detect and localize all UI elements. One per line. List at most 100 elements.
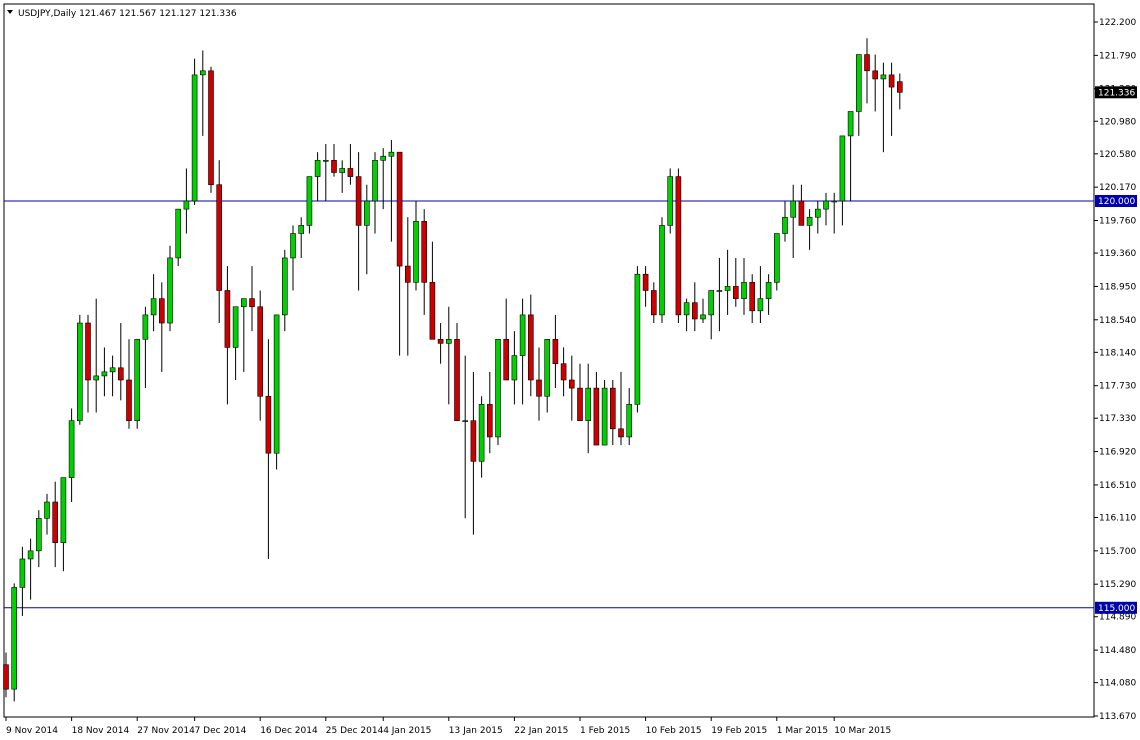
bullish-candle (306, 176, 313, 226)
bullish-candle (765, 282, 772, 299)
bearish-candle (118, 367, 124, 381)
x-tick-label: 1 Feb 2015 (580, 726, 630, 736)
bullish-candle (322, 160, 329, 162)
y-tick-label: 114.080 (1099, 679, 1136, 689)
bullish-candle (109, 367, 116, 373)
y-tick-label: 120.980 (1099, 117, 1136, 127)
bullish-candle (773, 233, 780, 283)
bullish-candle (462, 420, 469, 422)
y-tick-label: 120.170 (1099, 183, 1136, 193)
y-tick-label: 115.700 (1099, 547, 1136, 557)
bearish-candle (691, 302, 698, 320)
bullish-candle (716, 290, 723, 292)
y-tick-label: 121.790 (1099, 51, 1136, 61)
bearish-candle (429, 282, 436, 340)
x-tick-label: 19 Feb 2015 (711, 726, 767, 736)
bullish-candle (372, 160, 378, 202)
bullish-candle (388, 151, 395, 157)
x-tick-label: 27 Nov 2014 (137, 726, 195, 736)
bullish-candle (626, 404, 633, 438)
bearish-candle (437, 339, 444, 344)
bullish-candle (200, 70, 206, 76)
y-tick-label: 119.760 (1099, 217, 1136, 227)
bearish-candle (421, 221, 428, 283)
bearish-candle (536, 379, 542, 397)
bearish-candle (404, 265, 411, 283)
bullish-candle (281, 257, 288, 316)
bearish-candle (560, 363, 567, 381)
bullish-candle (445, 339, 452, 344)
bullish-candle (495, 339, 501, 438)
bullish-candle (880, 74, 887, 80)
bullish-candle (363, 200, 370, 226)
bearish-candle (872, 70, 879, 80)
x-tick-label: 16 Dec 2014 (260, 726, 318, 736)
bearish-candle (347, 168, 354, 177)
bearish-candle (593, 387, 600, 446)
bullish-candle (601, 387, 608, 446)
level-price-label: 120.000 (1098, 197, 1135, 207)
bullish-candle (667, 176, 674, 226)
bullish-candle (298, 225, 305, 234)
bearish-candle (257, 306, 264, 397)
bearish-candle (642, 273, 649, 291)
bearish-candle (896, 81, 903, 93)
chart-area: USDJPY,Daily 121.467 121.567 121.127 121… (0, 0, 1140, 740)
bullish-candle (782, 216, 788, 234)
bullish-candle (544, 339, 551, 397)
bearish-candle (216, 184, 222, 291)
x-tick-label: 9 Nov 2014 (6, 726, 58, 736)
y-tick-label: 119.360 (1099, 249, 1136, 259)
y-tick-label: 116.920 (1099, 448, 1136, 458)
bullish-candle (659, 225, 665, 316)
bearish-candle (470, 420, 477, 462)
bearish-candle (249, 298, 255, 308)
bullish-candle (77, 322, 83, 421)
bullish-candle (183, 200, 190, 210)
bullish-candle (855, 54, 862, 112)
y-tick-label: 115.290 (1099, 580, 1136, 590)
bullish-candle (413, 221, 419, 283)
bearish-candle (609, 387, 616, 430)
y-tick-label: 122.200 (1099, 18, 1136, 28)
y-tick-label: 116.110 (1099, 513, 1136, 523)
bullish-candle (35, 517, 42, 552)
bullish-candle (11, 587, 17, 690)
bullish-candle (585, 387, 592, 421)
bullish-candle (839, 135, 846, 202)
x-tick-label: 10 Feb 2015 (646, 726, 702, 736)
candlestick-chart: USDJPY,Daily 121.467 121.567 121.127 121… (3, 3, 1137, 736)
bearish-candle (208, 70, 214, 186)
bearish-candle (732, 286, 739, 299)
x-tick-label: 22 Jan 2015 (514, 726, 568, 736)
y-tick-label: 116.510 (1099, 481, 1136, 491)
bullish-candle (167, 257, 173, 324)
bullish-candle (191, 74, 198, 202)
bearish-candle (503, 339, 510, 381)
y-tick-label: 120.580 (1099, 150, 1136, 160)
bullish-candle (339, 168, 346, 173)
x-tick-label: 7 Dec 2014 (195, 726, 247, 736)
bullish-candle (60, 477, 67, 544)
bullish-candle (519, 314, 526, 356)
y-tick-label: 117.730 (1099, 382, 1136, 392)
bearish-candle (224, 290, 231, 348)
bullish-candle (806, 216, 813, 226)
bullish-candle (232, 306, 239, 348)
bullish-candle (68, 420, 75, 478)
bullish-candle (134, 339, 140, 421)
bullish-candle (741, 282, 747, 299)
x-tick-label: 18 Nov 2014 (72, 726, 130, 736)
bullish-candle (683, 302, 690, 316)
bearish-candle (577, 387, 583, 421)
y-tick-label: 118.540 (1099, 316, 1136, 326)
bearish-candle (454, 339, 460, 421)
bullish-candle (27, 550, 34, 560)
y-tick-label: 114.890 (1099, 613, 1136, 623)
bearish-candle (486, 404, 493, 438)
bearish-candle (749, 282, 756, 312)
bearish-candle (265, 395, 272, 454)
bullish-candle (175, 208, 181, 259)
current-price-label: 121.336 (1098, 88, 1135, 98)
bullish-candle (511, 355, 518, 381)
